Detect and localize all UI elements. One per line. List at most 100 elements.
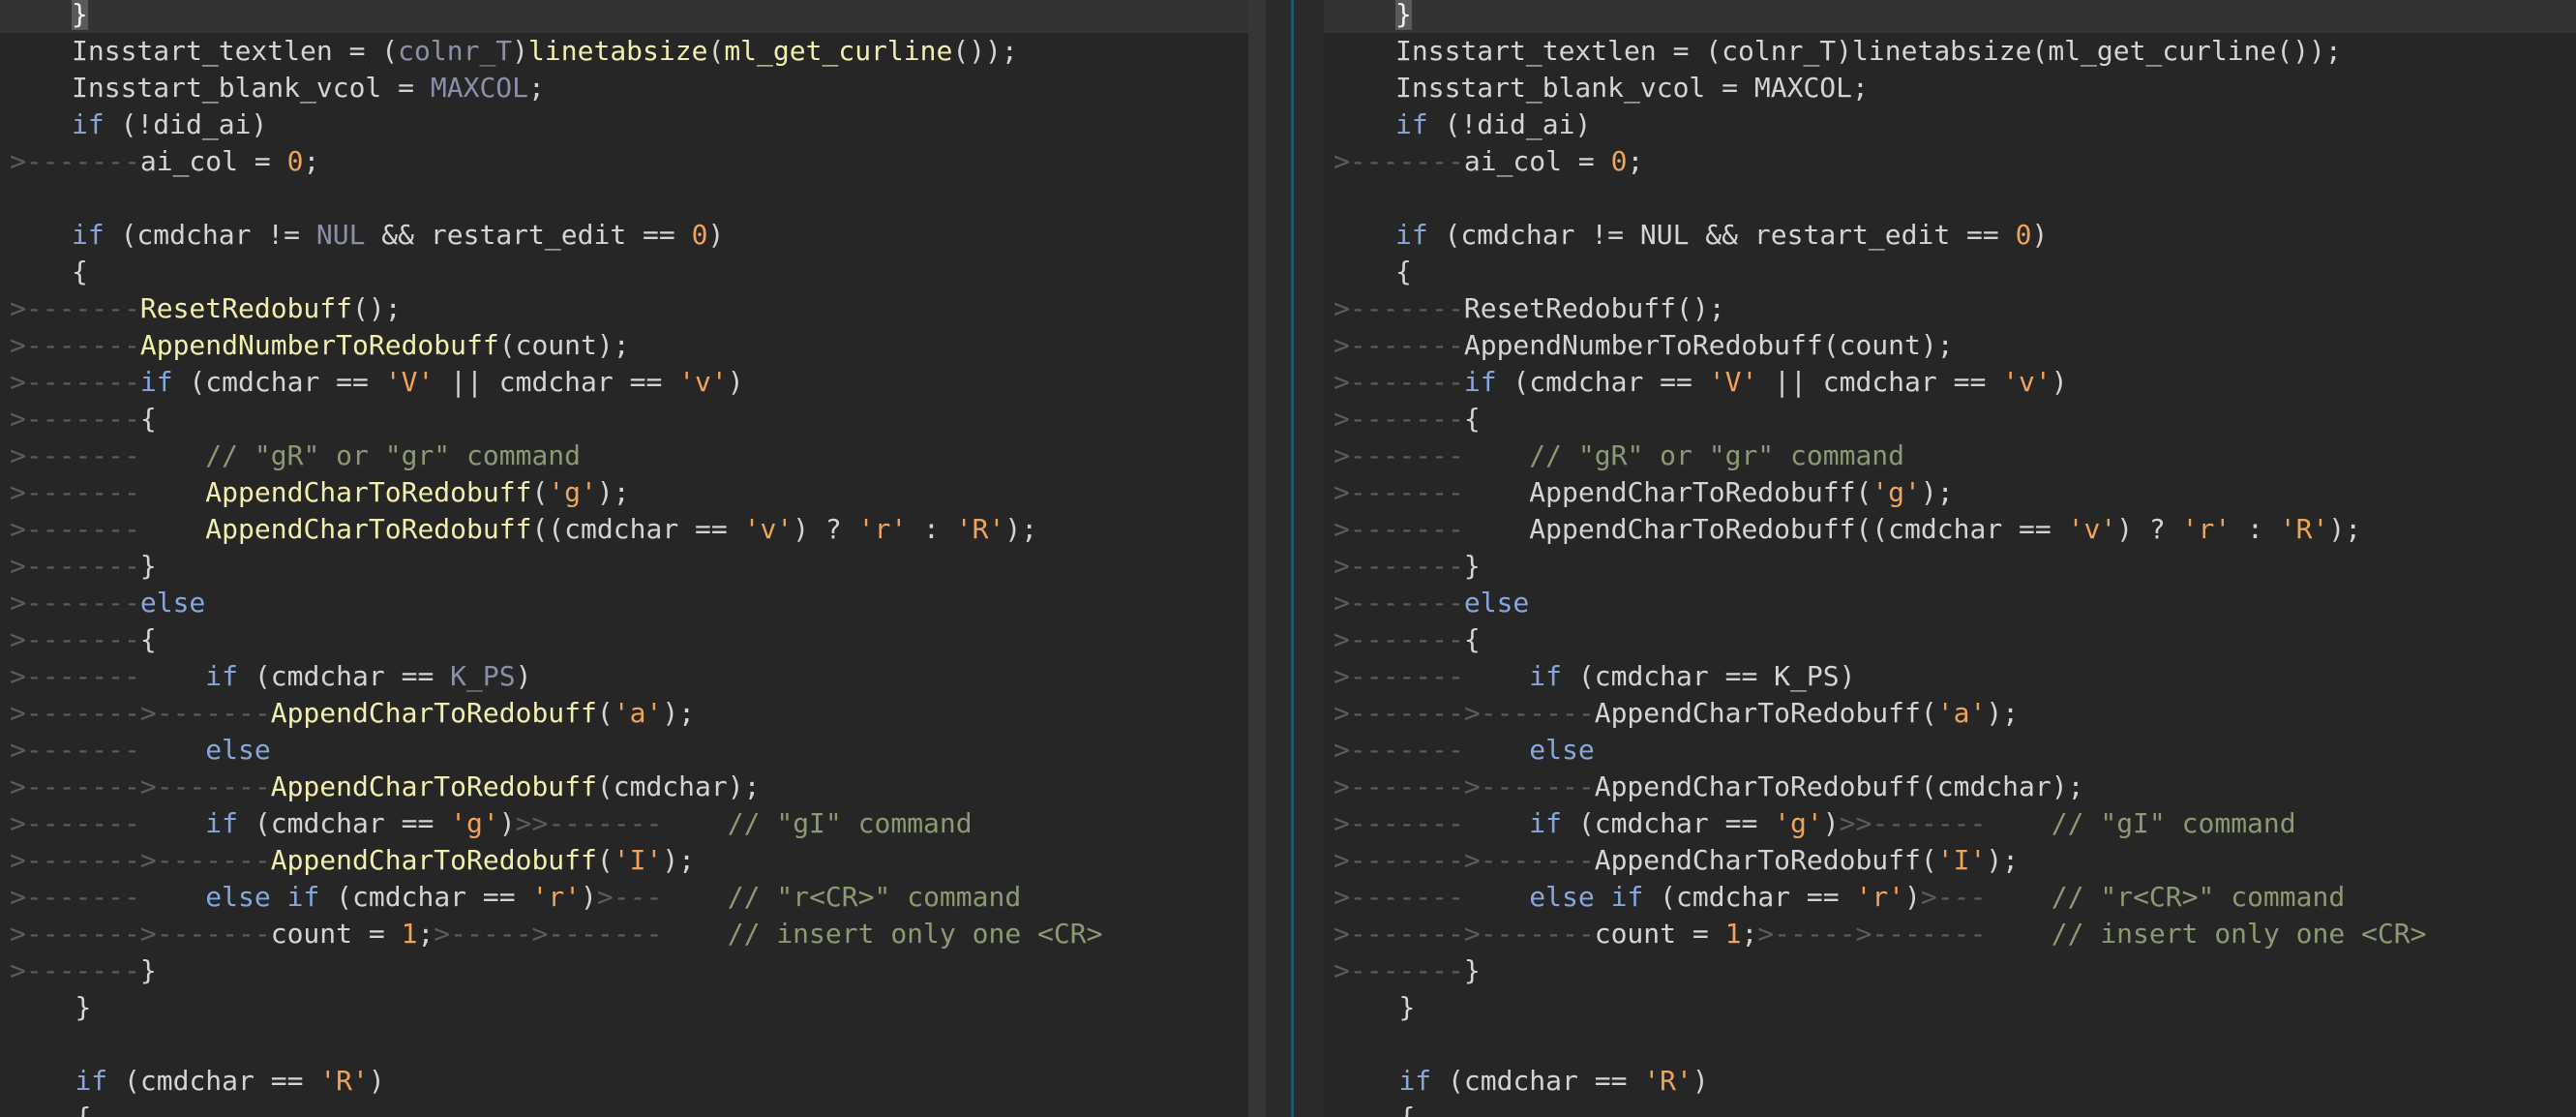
code-token: (count); [498, 329, 630, 361]
code-line[interactable]: Insstart_blank_vcol = MAXCOL; [1324, 70, 2576, 106]
code-line[interactable]: >------- // "gR" or "gr" command [1324, 438, 2576, 474]
code-token: 0 [1610, 145, 1628, 177]
tab-marker: >------- [10, 807, 140, 839]
code-token: } [139, 954, 157, 986]
code-token: ) [2031, 219, 2049, 251]
code-token: (cmdchar == [1562, 807, 1775, 839]
code-token: else if [205, 881, 320, 913]
code-line[interactable]: >-------ResetRedobuff(); [0, 290, 1248, 327]
code-token: else [1529, 734, 1595, 766]
code-line[interactable]: if (cmdchar == 'R') [1324, 1063, 2576, 1100]
tab-marker: >------- [1333, 403, 1464, 435]
code-line[interactable]: >------->-------AppendCharToRedobuff('I'… [0, 842, 1248, 879]
code-token: colnr_T [398, 35, 513, 67]
code-line[interactable]: >------- else if (cmdchar == 'r')>--- //… [1324, 879, 2576, 916]
code-token: 'R' [319, 1065, 369, 1097]
code-token: else if [1529, 881, 1644, 913]
code-line[interactable]: } [0, 989, 1248, 1026]
code-line[interactable]: >-------if (cmdchar == 'V' || cmdchar ==… [0, 364, 1248, 401]
code-token: ) ? [793, 513, 858, 545]
code-line[interactable]: } [0, 0, 1248, 33]
tab-marker: >------- [10, 513, 140, 545]
code-line[interactable]: >-------} [1324, 548, 2576, 585]
code-line[interactable]: >------- else [0, 732, 1248, 769]
code-token: AppendCharToRedobuff [205, 513, 532, 545]
code-line[interactable]: >------->-------AppendCharToRedobuff('a'… [1324, 695, 2576, 732]
code-line[interactable]: Insstart_textlen = (colnr_T)linetabsize(… [1324, 33, 2576, 70]
code-line[interactable]: >------->-------count = 1;>----->-------… [0, 916, 1248, 952]
code-line[interactable]: >------- else if (cmdchar == 'r')>--- //… [0, 879, 1248, 916]
code-line[interactable]: >-------ai_col = 0; [1324, 143, 2576, 180]
code-line[interactable]: } [1324, 989, 2576, 1026]
code-token: ()); [952, 35, 1018, 67]
code-line[interactable]: if (!did_ai) [0, 106, 1248, 143]
tab-marker: >------- [10, 954, 140, 986]
code-line[interactable] [0, 180, 1248, 217]
code-line[interactable]: >------->-------AppendCharToRedobuff(cmd… [1324, 769, 2576, 805]
code-line[interactable] [0, 1026, 1248, 1063]
code-token: 'g' [1774, 807, 1823, 839]
code-line[interactable]: Insstart_textlen = (colnr_T)linetabsize(… [0, 33, 1248, 70]
tab-marker: >------->------- [10, 697, 271, 729]
code-line[interactable]: >-------if (cmdchar == 'V' || cmdchar ==… [1324, 364, 2576, 401]
code-line[interactable]: >-------} [0, 548, 1248, 585]
code-line[interactable]: >-------AppendNumberToRedobuff(count); [1324, 327, 2576, 364]
code-line[interactable]: { [1324, 254, 2576, 290]
code-token: ) [498, 807, 516, 839]
code-line[interactable] [1324, 180, 2576, 217]
code-line[interactable]: >------->-------count = 1;>----->-------… [1324, 916, 2576, 952]
code-line[interactable]: { [1324, 1100, 2576, 1117]
code-token: Insstart_textlen = ( [1395, 35, 1722, 67]
code-line[interactable]: >------- if (cmdchar == 'g')>>------- //… [1324, 805, 2576, 842]
code-token: ; [417, 918, 434, 950]
code-line[interactable]: >------- if (cmdchar == K_PS) [1324, 658, 2576, 695]
code-line[interactable]: Insstart_blank_vcol = MAXCOL; [0, 70, 1248, 106]
code-line[interactable]: >-------{ [1324, 621, 2576, 658]
code-line[interactable]: >------- AppendCharToRedobuff('g'); [1324, 474, 2576, 511]
code-line[interactable]: >-------} [1324, 952, 2576, 989]
code-line[interactable]: >-------ResetRedobuff(); [1324, 290, 2576, 327]
code-line[interactable]: >------- AppendCharToRedobuff((cmdchar =… [0, 511, 1248, 548]
code-token: 'v' [2067, 513, 2117, 545]
code-line[interactable]: >------->-------AppendCharToRedobuff('I'… [1324, 842, 2576, 879]
code-line[interactable]: { [0, 254, 1248, 290]
code-line[interactable]: >-------ai_col = 0; [0, 143, 1248, 180]
code-token: ResetRedobuff [139, 292, 353, 324]
code-line[interactable]: { [0, 1100, 1248, 1117]
code-line[interactable]: >------- if (cmdchar == 'g')>>------- //… [0, 805, 1248, 842]
code-line[interactable]: >-------} [0, 952, 1248, 989]
code-line[interactable]: if (!did_ai) [1324, 106, 2576, 143]
code-line[interactable]: >------->-------AppendCharToRedobuff('a'… [0, 695, 1248, 732]
code-line[interactable] [1324, 1026, 2576, 1063]
code-line[interactable]: >-------{ [0, 401, 1248, 438]
code-token: { [1395, 256, 1412, 287]
code-token: (cmdchar == [238, 660, 451, 692]
code-line[interactable]: >------- else [1324, 732, 2576, 769]
code-line[interactable]: >------- AppendCharToRedobuff((cmdchar =… [1324, 511, 2576, 548]
code-token: ; [1741, 918, 1758, 950]
code-line[interactable]: >-------{ [0, 621, 1248, 658]
code-line[interactable]: >-------else [1324, 585, 2576, 621]
code-line[interactable]: >------- AppendCharToRedobuff('g'); [0, 474, 1248, 511]
code-token: // "r<CR>" command [727, 881, 1022, 913]
code-line[interactable]: >------->-------AppendCharToRedobuff(cmd… [0, 769, 1248, 805]
code-token: ); [1986, 697, 2020, 729]
code-line[interactable]: >-------{ [1324, 401, 2576, 438]
code-line[interactable]: if (cmdchar != NUL && restart_edit == 0) [0, 217, 1248, 254]
code-line[interactable]: >-------AppendNumberToRedobuff(count); [0, 327, 1248, 364]
window-separator[interactable] [1248, 0, 1266, 1117]
editor-pane-left[interactable]: } Insstart_textlen = (colnr_T)linetabsize… [0, 0, 1248, 1117]
code-token: K_PS [1774, 660, 1840, 692]
editor-pane-right[interactable]: } Insstart_textlen = (colnr_T)linetabsize… [1324, 0, 2576, 1117]
tab-marker: >------->------- [1333, 697, 1595, 729]
code-line[interactable]: >------- // "gR" or "gr" command [0, 438, 1248, 474]
code-line[interactable]: >------- if (cmdchar == K_PS) [0, 658, 1248, 695]
code-line[interactable]: if (cmdchar == 'R') [0, 1063, 1248, 1100]
code-line[interactable]: if (cmdchar != NUL && restart_edit == 0) [1324, 217, 2576, 254]
text-cursor: } [72, 0, 88, 30]
code-line[interactable]: >-------else [0, 585, 1248, 621]
code-line[interactable]: } [1324, 0, 2576, 33]
